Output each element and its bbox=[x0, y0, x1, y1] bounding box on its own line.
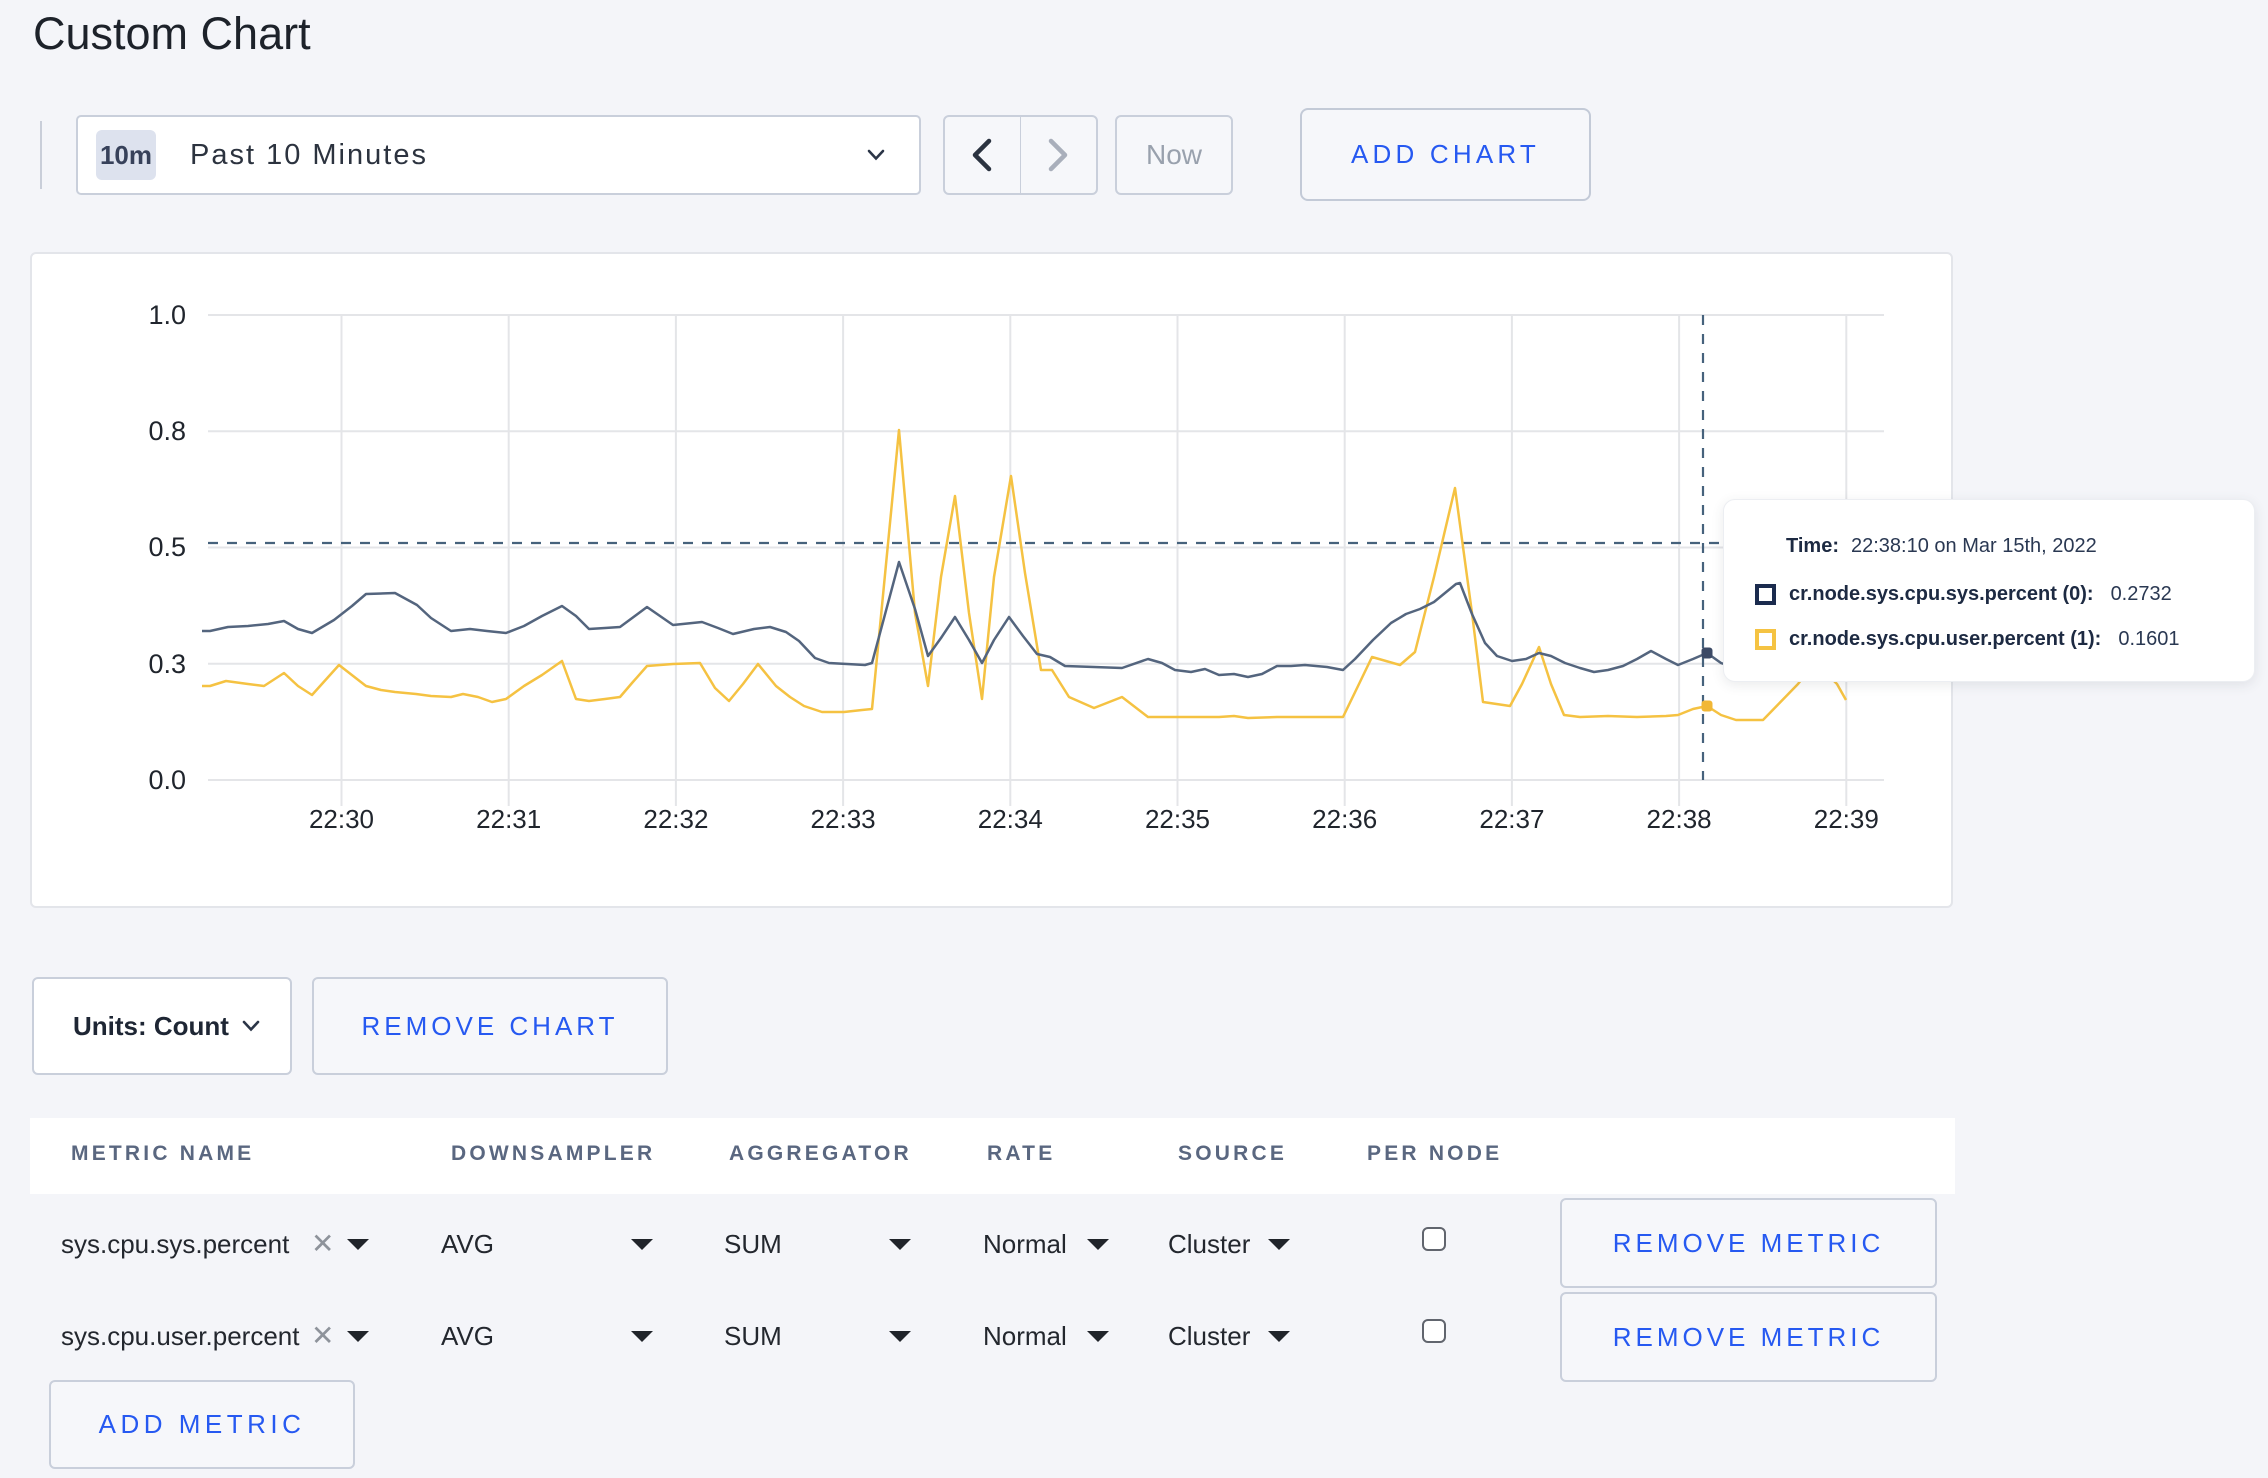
svg-text:0.5: 0.5 bbox=[148, 532, 186, 562]
svg-text:22:37: 22:37 bbox=[1479, 804, 1544, 834]
svg-text:0.3: 0.3 bbox=[148, 649, 186, 679]
svg-text:0.0: 0.0 bbox=[148, 765, 186, 795]
svg-text:22:39: 22:39 bbox=[1814, 804, 1879, 834]
svg-text:22:36: 22:36 bbox=[1312, 804, 1377, 834]
svg-text:22:30: 22:30 bbox=[309, 804, 374, 834]
svg-text:22:33: 22:33 bbox=[811, 804, 876, 834]
svg-text:22:35: 22:35 bbox=[1145, 804, 1210, 834]
svg-text:22:38: 22:38 bbox=[1647, 804, 1712, 834]
svg-text:22:31: 22:31 bbox=[476, 804, 541, 834]
svg-text:22:34: 22:34 bbox=[978, 804, 1043, 834]
svg-text:1.0: 1.0 bbox=[148, 300, 186, 330]
svg-text:0.8: 0.8 bbox=[148, 416, 186, 446]
svg-text:22:32: 22:32 bbox=[643, 804, 708, 834]
